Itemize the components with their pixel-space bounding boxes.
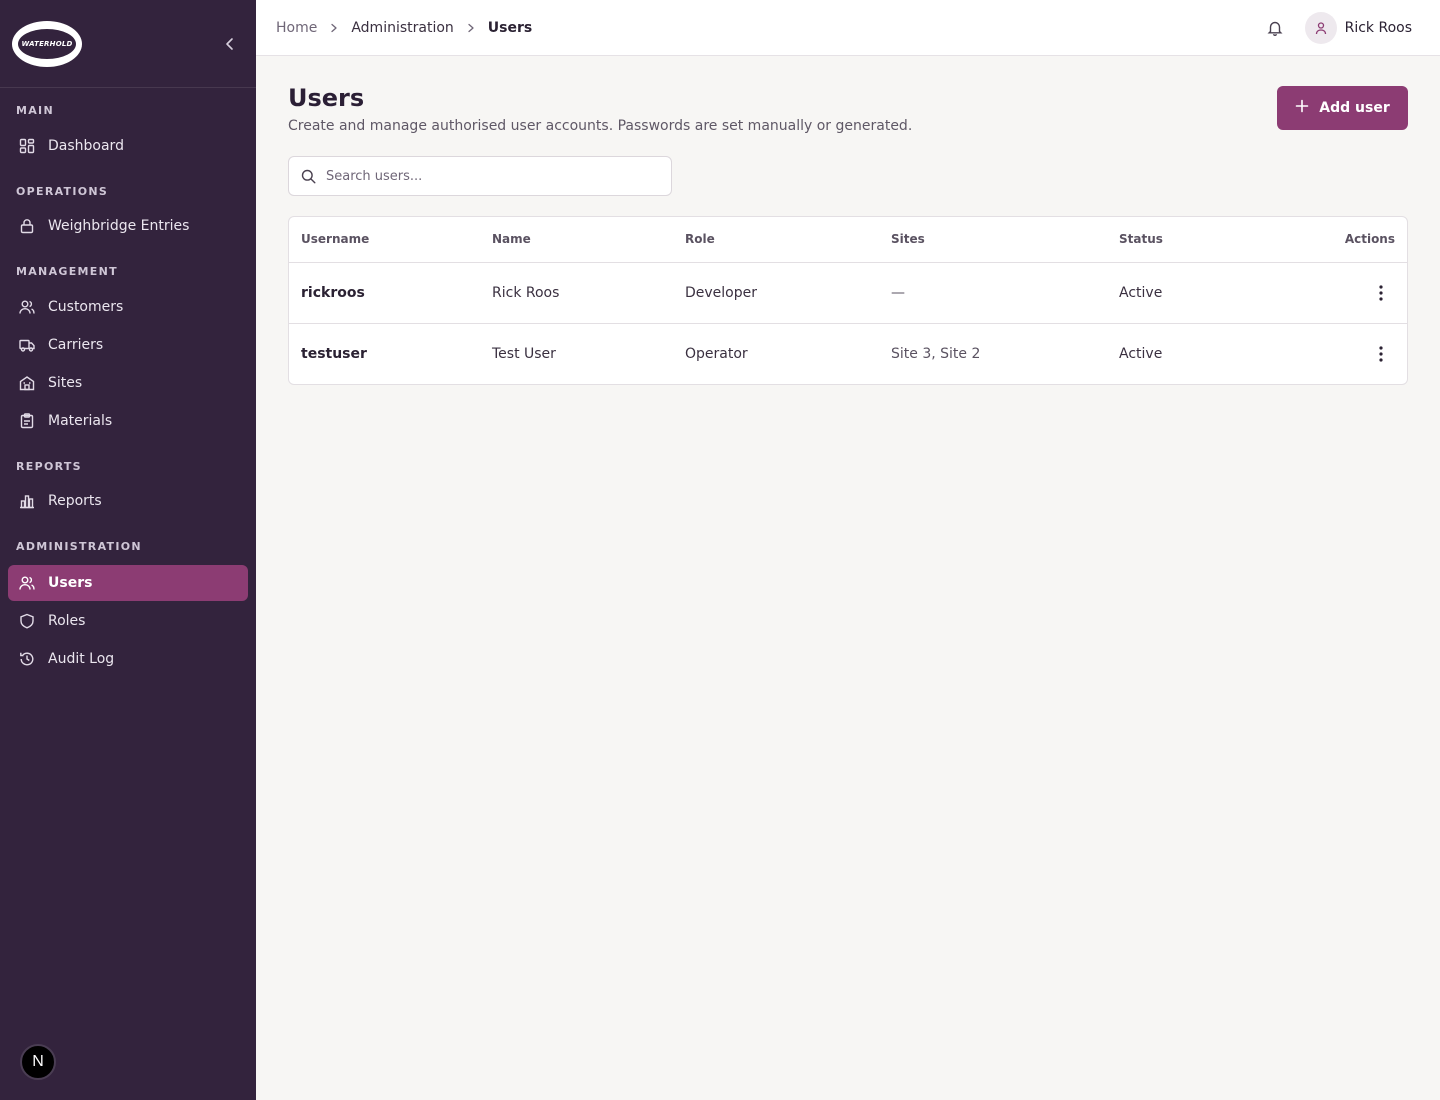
sidebar-item-label: Carriers <box>48 337 104 353</box>
cell-sites: Site 3, Site 2 <box>891 345 981 362</box>
chevron-right-icon <box>466 23 476 33</box>
cell-sites: — <box>891 284 905 301</box>
logo-text: WATERHOLD <box>16 26 78 61</box>
bell-icon <box>1267 21 1283 36</box>
table-row[interactable]: rickroos Rick Roos Developer — Active <box>289 262 1407 323</box>
users-icon <box>18 574 36 592</box>
nav-section-operations: OPERATIONS Weighbridge Entries <box>0 183 256 244</box>
cell-status: Active <box>1119 345 1163 362</box>
sidebar-item-label: Weighbridge Entries <box>48 218 190 234</box>
sidebar-item-dashboard[interactable]: Dashboard <box>8 128 248 164</box>
breadcrumb-home[interactable]: Home <box>276 20 317 36</box>
section-label-operations: OPERATIONS <box>16 185 109 198</box>
table-row[interactable]: testuser Test User Operator Site 3, Site… <box>289 323 1407 384</box>
users-icon <box>18 298 36 316</box>
collapse-sidebar-button[interactable] <box>218 32 242 56</box>
column-header-name[interactable]: Name <box>480 217 673 262</box>
section-label-management: MANAGEMENT <box>16 265 118 278</box>
sidebar-item-label: Dashboard <box>48 138 124 154</box>
sidebar-item-reports[interactable]: Reports <box>8 483 248 519</box>
chevron-left-icon <box>226 37 233 50</box>
breadcrumb-users: Users <box>487 19 533 36</box>
brand-logo[interactable]: WATERHOLD <box>12 20 82 67</box>
cell-username: rickroos <box>301 284 365 301</box>
topbar-actions: Rick Roos <box>1259 11 1412 44</box>
column-header-username[interactable]: Username <box>289 217 480 262</box>
add-user-button[interactable]: Add user <box>1277 86 1408 130</box>
dev-tools-badge[interactable]: N <box>20 1044 56 1080</box>
user-name: Rick Roos <box>1344 19 1412 36</box>
search-box <box>288 156 672 196</box>
search-icon <box>301 169 316 183</box>
lock-icon <box>18 217 36 235</box>
sidebar: WATERHOLD MAIN Dashboard OPERATIONS Weig… <box>0 0 256 1100</box>
building-icon <box>18 374 36 392</box>
sidebar-item-label: Audit Log <box>48 651 115 667</box>
user-icon <box>1315 21 1326 34</box>
nav-section-main: MAIN Dashboard <box>0 102 256 164</box>
avatar <box>1304 11 1337 44</box>
sidebar-item-label: Reports <box>48 493 102 509</box>
cell-name: Rick Roos <box>492 284 560 301</box>
bar-chart-icon <box>18 492 36 510</box>
sidebar-item-carriers[interactable]: Carriers <box>8 327 248 363</box>
cell-role: Developer <box>685 284 758 301</box>
sidebar-item-label: Roles <box>48 613 86 629</box>
cell-name: Test User <box>492 345 556 362</box>
cell-status: Active <box>1119 284 1163 301</box>
cell-username: testuser <box>301 345 367 362</box>
sidebar-item-materials[interactable]: Materials <box>8 403 248 439</box>
nav-section-administration: ADMINISTRATION Users Roles Audit Log <box>0 538 256 677</box>
plus-icon <box>1295 99 1309 117</box>
sidebar-item-audit-log[interactable]: Audit Log <box>8 641 248 677</box>
sidebar-item-weighbridge-entries[interactable]: Weighbridge Entries <box>8 208 248 244</box>
sidebar-item-roles[interactable]: Roles <box>8 603 248 639</box>
sidebar-item-customers[interactable]: Customers <box>8 289 248 325</box>
sidebar-item-label: Customers <box>48 299 124 315</box>
dashboard-icon <box>18 137 36 155</box>
sidebar-header: WATERHOLD <box>0 0 256 88</box>
sidebar-item-label: Sites <box>48 375 83 391</box>
table-header-row: Username Name Role Sites Status Actions <box>289 217 1407 262</box>
add-user-label: Add user <box>1319 100 1390 116</box>
column-header-actions: Actions <box>1344 232 1395 247</box>
users-table: Username Name Role Sites Status Actions … <box>288 216 1408 385</box>
cell-role: Operator <box>685 345 748 362</box>
notifications-button[interactable] <box>1259 12 1291 44</box>
clipboard-icon <box>18 412 36 430</box>
section-label-main: MAIN <box>16 104 54 117</box>
nav-section-management: MANAGEMENT Customers Carriers Sites Mate… <box>0 263 256 439</box>
sidebar-item-users[interactable]: Users <box>8 565 248 601</box>
page-title: Users <box>288 84 365 112</box>
breadcrumb-administration[interactable]: Administration <box>351 20 453 36</box>
user-menu[interactable]: Rick Roos <box>1304 11 1412 44</box>
breadcrumb: Home Administration Users <box>276 20 532 36</box>
chevron-right-icon <box>329 23 339 33</box>
more-vertical-icon <box>1379 346 1383 362</box>
search-input[interactable] <box>326 168 646 184</box>
sidebar-item-label: Materials <box>48 413 113 429</box>
column-header-role[interactable]: Role <box>673 217 879 262</box>
column-header-status[interactable]: Status <box>1107 217 1287 262</box>
row-actions-button[interactable] <box>1367 279 1395 307</box>
section-label-reports: REPORTS <box>16 460 82 473</box>
truck-icon <box>18 336 36 354</box>
sidebar-item-sites[interactable]: Sites <box>8 365 248 401</box>
cell-actions <box>1287 323 1407 384</box>
topbar: Home Administration Users Rick Roos <box>256 0 1440 56</box>
cell-actions <box>1287 262 1407 323</box>
more-vertical-icon <box>1379 284 1383 301</box>
sidebar-item-label: Users <box>48 575 93 591</box>
section-label-administration: ADMINISTRATION <box>16 540 142 553</box>
page-subtitle: Create and manage authorised user accoun… <box>288 118 913 134</box>
shield-icon <box>18 612 36 630</box>
column-header-sites[interactable]: Sites <box>879 217 1107 262</box>
row-actions-button[interactable] <box>1367 340 1395 368</box>
nav-section-reports: REPORTS Reports <box>0 458 256 519</box>
history-icon <box>18 650 36 668</box>
